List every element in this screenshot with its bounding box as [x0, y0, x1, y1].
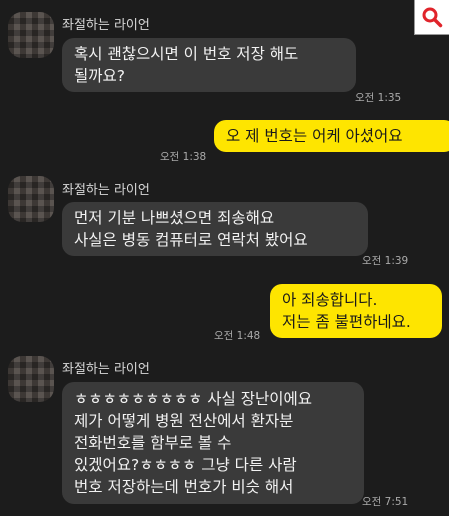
message-time: 오전 7:51: [362, 496, 409, 508]
message-line: 오 제 번호는 어케 아셨어요: [226, 127, 403, 145]
message-line: 사실은 병동 컴퓨터로 연락처 봤어요: [74, 231, 308, 249]
avatar[interactable]: [8, 176, 54, 222]
message-line: 아 죄송합니다.: [282, 291, 378, 309]
message-time: 오전 1:35: [355, 92, 402, 104]
avatar[interactable]: [8, 12, 54, 58]
search-button[interactable]: [414, 0, 449, 35]
message-bubble-outgoing[interactable]: 아 죄송합니다. 저는 좀 불편하네요.: [270, 284, 442, 338]
message-line: 저는 좀 불편하네요.: [282, 313, 411, 331]
message-line: 전화번호를 함부로 볼 수: [74, 434, 232, 452]
sender-name: 좌절하는 라이언: [62, 362, 150, 377]
message-line: 번호 저장하는데 번호가 비슷 해서: [74, 478, 294, 496]
search-icon[interactable]: [421, 6, 443, 28]
message-line: ㅎㅎㅎㅎㅎㅎㅎㅎㅎ 사실 장난이에요: [74, 390, 313, 408]
message-line: 혹시 괜찮으시면 이 번호 저장 해도: [74, 45, 299, 63]
message-bubble-outgoing[interactable]: 오 제 번호는 어케 아셨어요: [214, 120, 449, 152]
message-time: 오전 1:39: [362, 255, 409, 267]
message-time: 오전 1:48: [214, 330, 261, 342]
message-time: 오전 1:38: [160, 151, 207, 163]
message-bubble-incoming[interactable]: ㅎㅎㅎㅎㅎㅎㅎㅎㅎ 사실 장난이에요 제가 어떻게 병원 전산에서 환자분 전화…: [62, 382, 364, 504]
sender-name: 좌절하는 라이언: [62, 183, 150, 198]
sender-name: 좌절하는 라이언: [62, 18, 150, 33]
message-line: 있겠어요?ㅎㅎㅎㅎ 그냥 다른 사람: [74, 456, 297, 474]
message-line: 제가 어떻게 병원 전산에서 환자분: [74, 412, 294, 430]
avatar[interactable]: [8, 356, 54, 402]
message-line: 먼저 기분 나쁘셨으면 죄송해요: [74, 209, 275, 227]
message-line: 될까요?: [74, 67, 126, 85]
message-bubble-incoming[interactable]: 혹시 괜찮으시면 이 번호 저장 해도 될까요?: [62, 38, 356, 92]
chat-screen: 좌절하는 라이언 혹시 괜찮으시면 이 번호 저장 해도 될까요? 오전 1:3…: [0, 0, 449, 516]
message-bubble-incoming[interactable]: 먼저 기분 나쁘셨으면 죄송해요 사실은 병동 컴퓨터로 연락처 봤어요: [62, 202, 368, 256]
